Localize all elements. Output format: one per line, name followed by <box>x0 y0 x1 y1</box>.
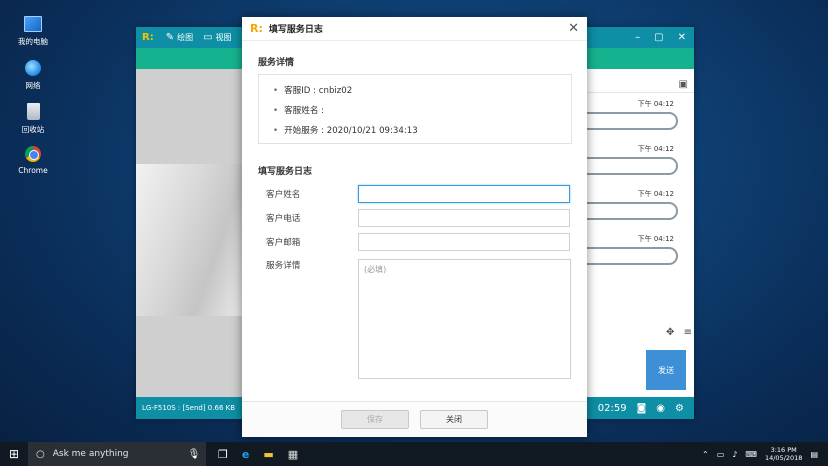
close-icon[interactable]: ✕ <box>678 32 686 43</box>
customer-email-label: 客户邮箱 <box>266 238 301 248</box>
monitor-icon: ▭ <box>203 32 213 43</box>
message-time: 下午 04:12 <box>637 235 674 243</box>
chevron-up-icon[interactable]: ⌃ <box>702 450 709 459</box>
move-icon[interactable]: ✥ <box>666 327 674 338</box>
record-icon[interactable]: ◉ <box>656 403 665 414</box>
chat-message: 下午 04:12 <box>578 189 686 220</box>
desktop-icon-network[interactable]: 网络 <box>10 60 56 91</box>
pencil-icon: ✎ <box>165 32 175 43</box>
keyboard-icon[interactable]: ⌨ <box>745 450 757 459</box>
tool-view-button[interactable]: ▭ 视图 <box>203 32 231 43</box>
chat-message: 下午 04:12 <box>578 99 686 130</box>
app-logo: R: <box>142 32 154 43</box>
clock[interactable]: 3:16 PM 14/05/2018 <box>765 446 802 462</box>
taskbar: ⊞ ○ Ask me anything 🎙 ❐ e ▬ ▦ ⌃ ▭ ♪ ⌨ 3:… <box>0 442 828 466</box>
message-time: 下午 04:12 <box>637 190 674 198</box>
save-button[interactable]: 保存 <box>341 410 409 429</box>
desktop-icon-label: 我的电脑 <box>18 37 48 46</box>
edge-icon[interactable]: e <box>242 448 249 461</box>
message-bubble <box>578 202 678 220</box>
task-view-icon[interactable]: ❐ <box>218 448 228 461</box>
chat-panel: ▣ 下午 04:12 下午 04:12 下午 04:12 下午 04:12 <box>578 77 694 347</box>
customer-email-input[interactable] <box>358 233 570 251</box>
customer-email-row: 客户邮箱 <box>266 233 570 251</box>
message-time: 下午 04:12 <box>637 100 674 108</box>
system-tray: ⌃ ▭ ♪ ⌨ 3:16 PM 14/05/2018 ▤ <box>702 446 828 462</box>
chrome-icon <box>25 146 41 162</box>
camera-icon[interactable]: ◙ <box>637 403 647 414</box>
desktop-icon-computer[interactable]: 我的电脑 <box>10 16 56 47</box>
recycle-bin-icon <box>26 103 40 120</box>
minimize-icon[interactable]: – <box>635 32 640 43</box>
microphone-icon[interactable]: 🎙 <box>180 449 208 460</box>
customer-phone-input[interactable] <box>358 209 570 227</box>
tool-draw-button[interactable]: ✎ 绘图 <box>166 32 193 43</box>
dialog-titlebar: R: 填写服务日志 ✕ <box>242 17 587 41</box>
store-icon[interactable]: ▦ <box>288 448 298 461</box>
dialog-title: 填写服务日志 <box>268 25 323 35</box>
clock-time: 3:16 PM <box>770 446 797 454</box>
desktop-icon-chrome[interactable]: Chrome <box>10 146 56 175</box>
desktop-icon-label: Chrome <box>18 166 48 175</box>
message-bubble <box>578 112 678 130</box>
customer-name-row: 客户姓名 <box>266 185 570 203</box>
service-details-textarea[interactable] <box>358 259 571 379</box>
detail-start-time: 开始服务 : 2020/10/21 09:34:13 <box>273 124 571 136</box>
service-details-box: 客服ID : cnbiz02 客服姓名 : 开始服务 : 2020/10/21 … <box>258 74 572 144</box>
message-bubble <box>578 157 678 175</box>
desktop-icon-label: 网络 <box>25 81 41 90</box>
detail-agent-id: 客服ID : cnbiz02 <box>273 84 571 96</box>
remote-screen-view[interactable] <box>136 69 242 397</box>
chat-controls: ✥ ≡ <box>666 327 692 338</box>
service-log-heading: 填写服务日志 <box>258 167 313 177</box>
close-button[interactable]: 关闭 <box>420 410 488 429</box>
tool-draw-label: 绘图 <box>177 33 194 42</box>
notifications-icon[interactable]: ▤ <box>810 450 818 459</box>
detail-agent-name: 客服姓名 : <box>273 104 571 116</box>
dialog-footer: 保存 关闭 <box>242 401 587 437</box>
chat-message: 下午 04:12 <box>578 234 686 265</box>
network-tray-icon[interactable]: ▭ <box>717 450 725 459</box>
clock-date: 14/05/2018 <box>764 454 803 462</box>
customer-name-input[interactable] <box>358 185 570 203</box>
computer-icon <box>24 16 42 32</box>
settings-icon[interactable]: ⚙ <box>675 403 684 414</box>
chat-message: 下午 04:12 <box>578 144 686 175</box>
customer-phone-row: 客户电话 <box>266 209 570 227</box>
search-text: Ask me anything <box>52 449 129 459</box>
message-bubble <box>578 247 678 265</box>
service-details-row: 服务详情 <box>266 259 358 271</box>
search-circle-icon: ○ <box>36 448 45 460</box>
file-explorer-icon[interactable]: ▬ <box>263 448 273 461</box>
message-time: 下午 04:12 <box>637 145 674 153</box>
menu-icon[interactable]: ≡ <box>684 327 692 338</box>
customer-phone-label: 客户电话 <box>266 214 301 224</box>
start-button[interactable]: ⊞ <box>0 447 28 461</box>
desktop-icon-recycle-bin[interactable]: 回收站 <box>10 103 56 135</box>
network-icon <box>25 60 41 76</box>
tool-view-label: 视图 <box>215 33 232 42</box>
send-button[interactable]: 发送 <box>646 350 686 390</box>
service-details-label: 服务详情 <box>266 261 301 271</box>
dialog-close-icon[interactable]: ✕ <box>568 21 579 36</box>
maximize-icon[interactable]: ▢ <box>654 32 663 43</box>
desktop-icon-label: 回收站 <box>21 125 45 134</box>
windows-icon: ⊞ <box>8 447 20 461</box>
dialog-logo: R: <box>250 22 263 35</box>
customer-name-label: 客户姓名 <box>266 190 301 200</box>
remote-screen-image <box>136 164 242 316</box>
volume-icon[interactable]: ♪ <box>732 450 737 459</box>
clipboard-icon[interactable]: ▣ <box>679 79 688 90</box>
service-details-heading: 服务详情 <box>258 58 295 68</box>
session-timer: 02:59 <box>597 402 627 414</box>
service-log-dialog: R: 填写服务日志 ✕ 服务详情 客服ID : cnbiz02 客服姓名 : 开… <box>242 17 587 437</box>
status-text: LG-F510S : [Send] 0.66 KB <box>142 404 236 412</box>
